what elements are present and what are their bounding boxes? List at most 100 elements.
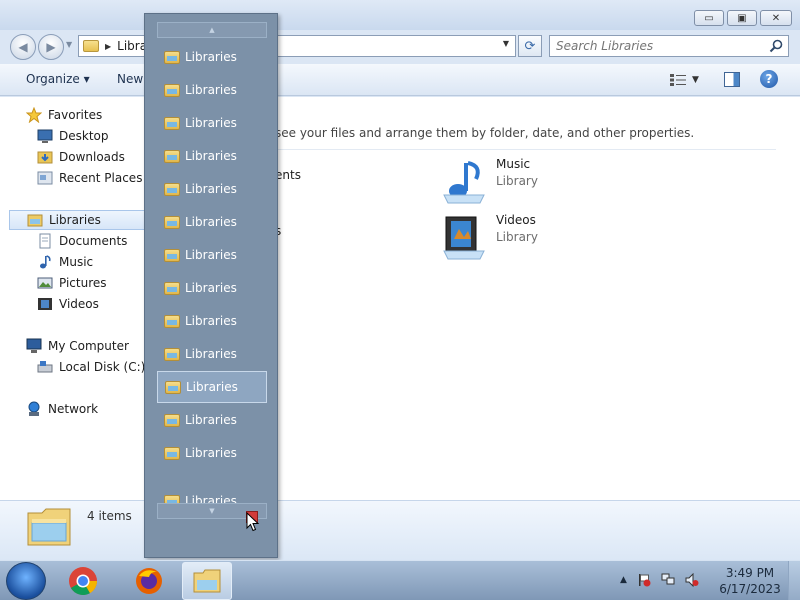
dropdown-item-libraries[interactable]: Libraries bbox=[157, 239, 267, 271]
organize-button[interactable]: Organize ▾ bbox=[26, 72, 90, 86]
libraries-folder-icon bbox=[164, 314, 180, 328]
view-list-icon bbox=[670, 74, 686, 86]
breadcrumb-dropdown-menu: ▲ Libraries Libraries Libraries Libraries Li… bbox=[144, 13, 278, 558]
scroll-up-button[interactable]: ▲ bbox=[157, 22, 267, 38]
nav-local-disk[interactable]: Local Disk (C:) bbox=[37, 357, 145, 377]
close-button[interactable]: ✕ bbox=[760, 10, 792, 26]
dropdown-item-libraries[interactable]: Libraries bbox=[157, 305, 267, 337]
libraries-folder-icon bbox=[164, 347, 180, 361]
nav-videos[interactable]: Videos bbox=[37, 294, 99, 314]
nav-pictures[interactable]: Pictures bbox=[37, 273, 107, 293]
show-desktop-button[interactable] bbox=[788, 561, 800, 600]
libraries-folder-icon bbox=[164, 83, 180, 97]
preview-pane-button[interactable] bbox=[724, 72, 740, 87]
dropdown-item-libraries[interactable]: Libraries bbox=[157, 41, 267, 73]
refresh-button[interactable]: ⟳ bbox=[518, 35, 542, 57]
chrome-icon bbox=[69, 567, 97, 595]
title-bar: ▭ ▣ ✕ bbox=[0, 0, 800, 30]
forward-button[interactable]: ▶ bbox=[38, 34, 64, 60]
recent-places-icon bbox=[37, 171, 53, 185]
change-view-button[interactable]: ▼ bbox=[670, 72, 706, 88]
system-tray: ▲ bbox=[620, 573, 699, 587]
dropdown-item-libraries[interactable]: Libraries bbox=[157, 206, 267, 238]
videos-library-icon bbox=[443, 216, 485, 260]
pictures-icon bbox=[37, 277, 53, 289]
star-icon bbox=[26, 107, 42, 123]
command-bar: Organize ▾ New ▼ ? bbox=[0, 64, 800, 96]
dropdown-item-libraries[interactable]: Libraries bbox=[157, 338, 267, 370]
libraries-folder-icon bbox=[164, 215, 180, 229]
videos-library-item[interactable]: Videos Library bbox=[440, 213, 538, 261]
start-button[interactable] bbox=[6, 562, 46, 600]
libraries-folder-icon bbox=[165, 380, 181, 394]
nav-documents[interactable]: Documents bbox=[37, 231, 127, 251]
chevron-down-icon: ▼ bbox=[692, 75, 699, 85]
nav-videos-label: Videos bbox=[59, 297, 99, 311]
nav-desktop-label: Desktop bbox=[59, 129, 109, 143]
nav-desktop[interactable]: Desktop bbox=[37, 126, 109, 146]
libraries-folder-icon bbox=[164, 116, 180, 130]
computer-icon bbox=[26, 338, 42, 353]
search-input[interactable] bbox=[550, 36, 760, 56]
dropdown-item-libraries[interactable]: Libraries bbox=[157, 437, 267, 469]
minimize-button[interactable]: ▭ bbox=[694, 10, 724, 26]
libraries-large-icon bbox=[27, 508, 71, 546]
firefox-taskbar-button[interactable] bbox=[124, 562, 174, 600]
nav-recent-places[interactable]: Recent Places bbox=[37, 168, 142, 188]
back-button[interactable]: ◀ bbox=[10, 34, 36, 60]
downloads-folder-icon bbox=[37, 151, 53, 164]
dropdown-item-label: Libraries bbox=[185, 347, 237, 361]
dropdown-item-label: Libraries bbox=[185, 149, 237, 163]
action-center-flag-icon[interactable] bbox=[637, 573, 651, 587]
clock-date: 6/17/2023 bbox=[719, 582, 781, 596]
music-note-icon bbox=[40, 255, 51, 269]
dropdown-item-label: Libraries bbox=[186, 380, 238, 394]
dropdown-item-libraries[interactable]: Libraries bbox=[157, 404, 267, 436]
volume-muted-icon[interactable] bbox=[685, 573, 699, 587]
nav-downloads[interactable]: Downloads bbox=[37, 147, 125, 167]
music-library-item[interactable]: Music Library bbox=[440, 157, 538, 205]
details-pane: 4 items bbox=[0, 500, 800, 560]
nav-music[interactable]: Music bbox=[37, 252, 93, 272]
dropdown-item-libraries[interactable]: Libraries bbox=[157, 371, 267, 403]
clock-time: 3:49 PM bbox=[725, 566, 775, 580]
music-library-type: Library bbox=[496, 174, 538, 188]
dropdown-item-label: Libraries bbox=[185, 281, 237, 295]
nav-local-disk-label: Local Disk (C:) bbox=[59, 360, 146, 374]
dropdown-item-label: Libraries bbox=[185, 116, 237, 130]
dropdown-item-libraries[interactable]: Libraries bbox=[157, 107, 267, 139]
search-icon[interactable] bbox=[768, 38, 784, 54]
show-hidden-icons-icon[interactable]: ▲ bbox=[620, 575, 627, 585]
nav-libraries-label: Libraries bbox=[49, 213, 101, 227]
libraries-folder-icon bbox=[83, 40, 99, 52]
taskbar-clock[interactable]: 3:49 PM 6/17/2023 bbox=[718, 565, 782, 597]
address-dropdown-arrow-icon[interactable]: ▼ bbox=[503, 39, 509, 48]
explorer-taskbar-button[interactable] bbox=[182, 562, 232, 600]
recent-pages-dropdown[interactable]: ▼ bbox=[66, 40, 72, 49]
breadcrumb-libraries[interactable]: Libra bbox=[117, 39, 147, 53]
search-box bbox=[549, 35, 789, 57]
breadcrumb-arrow-icon[interactable]: ▶ bbox=[105, 42, 111, 51]
dropdown-item-libraries[interactable]: Libraries bbox=[157, 173, 267, 205]
explorer-folder-icon bbox=[193, 569, 221, 593]
dropdown-item-label: Libraries bbox=[185, 314, 237, 328]
help-button[interactable]: ? bbox=[760, 70, 778, 88]
dropdown-item-libraries[interactable]: Libraries bbox=[157, 74, 267, 106]
new-library-button[interactable]: New bbox=[117, 72, 143, 86]
nav-my-computer[interactable]: My Computer bbox=[26, 336, 129, 356]
drive-icon bbox=[37, 361, 53, 373]
item-count: 4 items bbox=[87, 509, 132, 523]
network-status-icon[interactable] bbox=[661, 573, 675, 587]
documents-library-label-partial[interactable]: ents bbox=[275, 168, 301, 182]
chrome-taskbar-button[interactable] bbox=[58, 562, 108, 600]
nav-network[interactable]: Network bbox=[26, 399, 98, 419]
dropdown-item-label: Libraries bbox=[185, 215, 237, 229]
maximize-button[interactable]: ▣ bbox=[727, 10, 757, 26]
dropdown-item-label: Libraries bbox=[185, 182, 237, 196]
nav-favorites[interactable]: Favorites bbox=[26, 105, 102, 125]
dropdown-item-libraries[interactable]: Libraries bbox=[157, 140, 267, 172]
libraries-folder-icon bbox=[164, 149, 180, 163]
dropdown-item-libraries[interactable]: Libraries bbox=[157, 272, 267, 304]
dropdown-item-label: Libraries bbox=[185, 50, 237, 64]
nav-libraries[interactable]: Libraries bbox=[9, 210, 146, 230]
